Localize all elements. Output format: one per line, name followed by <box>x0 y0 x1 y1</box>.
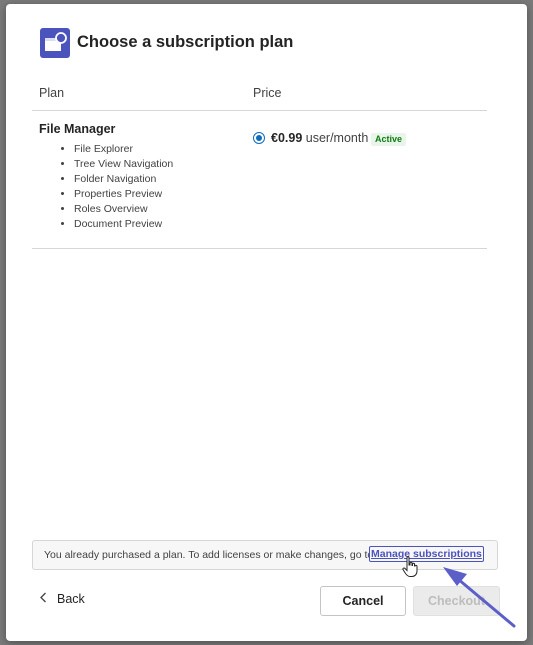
checkout-button[interactable]: Checkout <box>413 586 500 616</box>
back-label: Back <box>57 592 85 606</box>
app-window-icon <box>40 28 70 58</box>
header-divider <box>32 110 487 111</box>
feature-item: Document Preview <box>74 217 173 232</box>
chevron-left-icon <box>39 592 47 606</box>
plan-divider <box>32 248 487 249</box>
subscription-dialog: Choose a subscription plan Plan Price Fi… <box>6 4 527 641</box>
price-unit: user/month <box>305 131 369 145</box>
dialog-title: Choose a subscription plan <box>77 33 294 51</box>
feature-item: Roles Overview <box>74 202 173 217</box>
feature-item: Folder Navigation <box>74 172 173 187</box>
info-bar: You already purchased a plan. To add lic… <box>32 540 498 570</box>
feature-item: File Explorer <box>74 142 173 157</box>
plan-name: File Manager <box>39 122 116 136</box>
info-text: You already purchased a plan. To add lic… <box>44 549 374 561</box>
column-header-plan: Plan <box>39 86 65 100</box>
feature-item: Tree View Navigation <box>74 157 173 172</box>
hand-cursor-icon <box>402 556 418 577</box>
status-badge: Active <box>371 133 407 146</box>
plan-price: €0.99 user/month <box>271 131 368 145</box>
manage-subscriptions-link[interactable]: Manage subscriptions <box>369 546 484 562</box>
cancel-button[interactable]: Cancel <box>320 586 406 616</box>
feature-item: Properties Preview <box>74 187 173 202</box>
back-button[interactable]: Back <box>39 592 85 606</box>
price-amount: €0.99 <box>271 131 303 145</box>
column-header-price: Price <box>253 86 282 100</box>
plan-radio-button[interactable] <box>253 132 265 144</box>
plan-feature-list: File Explorer Tree View Navigation Folde… <box>56 142 173 232</box>
